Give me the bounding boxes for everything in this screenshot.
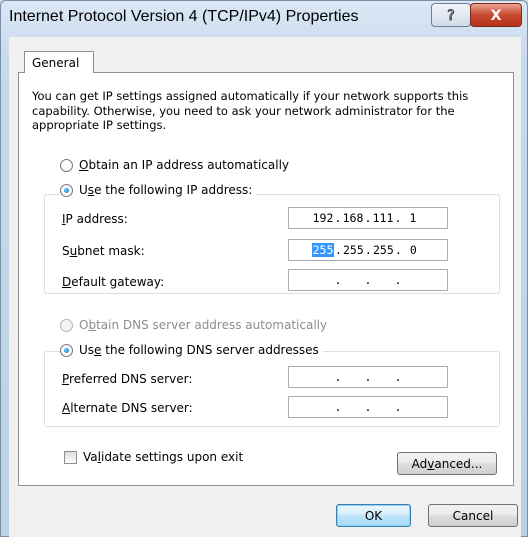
alternate-dns-input[interactable]: ...: [288, 396, 448, 418]
cancel-button-label: Cancel: [452, 508, 494, 523]
radio-button-disabled[interactable]: [60, 318, 73, 332]
alternate-dns-label: Alternate DNS server:: [62, 401, 193, 415]
selected-octet: 255: [311, 243, 335, 257]
radio-obtain-ip-auto[interactable]: Obtain an IP address automatically: [60, 158, 289, 172]
title-bar[interactable]: Internet Protocol Version 4 (TCP/IPv4) P…: [1, 1, 527, 35]
cancel-button[interactable]: Cancel: [428, 504, 518, 527]
validate-settings-label: Validate settings upon exit: [83, 450, 244, 464]
radio-obtain-dns-auto-label: Obtain DNS server address automatically: [79, 318, 328, 332]
radio-button-checked[interactable]: [60, 183, 73, 197]
close-icon: X: [491, 8, 502, 23]
radio-use-following-dns[interactable]: Use the following DNS server addresses: [60, 343, 323, 357]
radio-button[interactable]: [60, 158, 73, 172]
description-text: You can get IP settings assigned automat…: [32, 89, 469, 132]
help-icon: ?: [447, 8, 455, 24]
window-title: Internet Protocol Version 4 (TCP/IPv4) P…: [9, 8, 359, 25]
ip-address-label: IP address:: [62, 212, 128, 226]
help-glyph: ?: [447, 8, 454, 23]
radio-button-checked[interactable]: [60, 343, 73, 357]
advanced-button[interactable]: Advanced...: [397, 452, 497, 475]
preferred-dns-label: Preferred DNS server:: [62, 372, 193, 386]
preferred-dns-input[interactable]: ...: [288, 366, 448, 388]
validate-settings-checkbox[interactable]: Validate settings upon exit: [64, 450, 243, 464]
radio-obtain-ip-auto-label: Obtain an IP address automatically: [79, 158, 290, 172]
help-button[interactable]: ?: [431, 3, 471, 27]
radio-use-following-ip-label: Use the following IP address:: [79, 183, 253, 197]
close-button[interactable]: X: [470, 3, 522, 27]
default-gateway-input[interactable]: ...: [288, 269, 448, 291]
checkbox[interactable]: [64, 450, 77, 464]
default-gateway-label: Default gateway:: [62, 275, 165, 289]
tab-general-label: General: [32, 56, 80, 70]
subnet-mask-label: Subnet mask:: [62, 244, 145, 258]
radio-obtain-dns-auto[interactable]: Obtain DNS server address automatically: [60, 318, 327, 332]
radio-use-following-ip[interactable]: Use the following IP address:: [60, 183, 257, 197]
radio-use-following-dns-label: Use the following DNS server addresses: [79, 343, 319, 357]
advanced-button-label: Advanced...: [411, 456, 483, 471]
subnet-mask-input[interactable]: 255. 255. 255. 0: [288, 239, 448, 261]
tab-general[interactable]: General: [24, 51, 94, 73]
ok-button-label: OK: [364, 508, 383, 523]
close-glyph: X: [491, 8, 502, 23]
ok-button[interactable]: OK: [336, 504, 411, 527]
ip-address-input[interactable]: 192. 168. 111. 1: [288, 207, 448, 229]
